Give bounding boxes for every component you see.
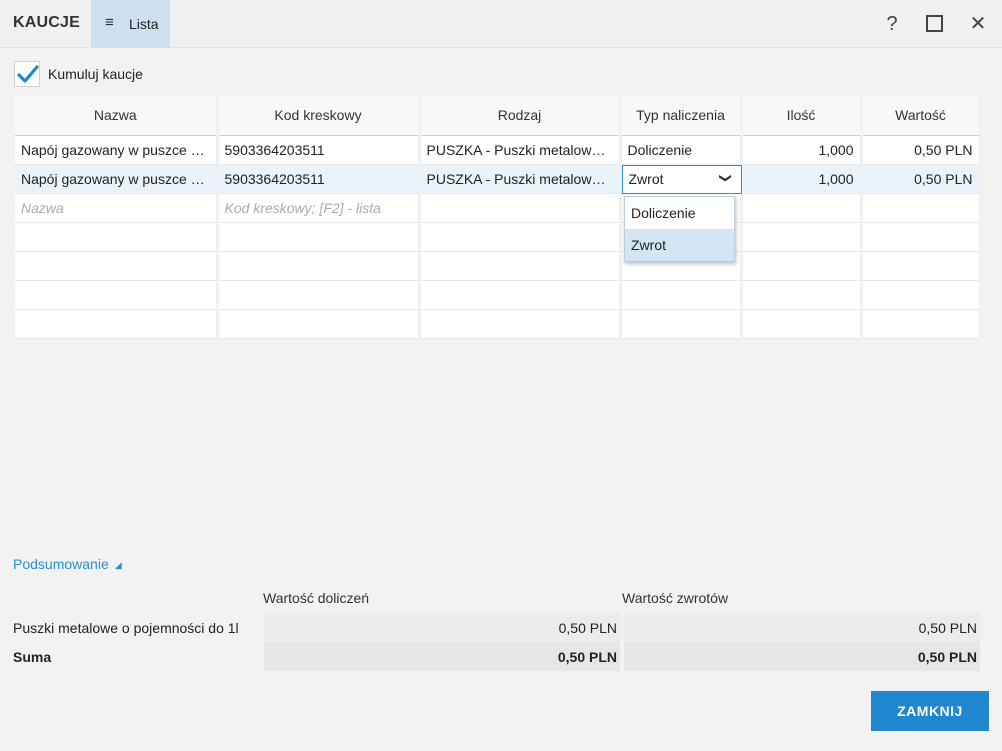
- window-title: KAUCJE: [13, 14, 80, 31]
- cell-wartosc[interactable]: 0,50 PLN: [861, 135, 982, 165]
- summary-row: Puszki metalowe o pojemności do 1l 0,50 …: [0, 613, 1002, 642]
- table-row-selected[interactable]: Napój gazowany w puszce 330ml 5903364203…: [15, 164, 982, 194]
- empty-cell[interactable]: [861, 193, 982, 223]
- help-button[interactable]: ?: [878, 10, 906, 38]
- summary-row-zwroty: 0,50 PLN: [624, 613, 980, 642]
- typ-naliczenia-dropdown: Doliczenie Zwrot: [624, 196, 735, 262]
- cell-typ[interactable]: Doliczenie: [620, 135, 743, 165]
- podsumowanie-label: Podsumowanie: [13, 556, 109, 572]
- summary-header-doliczenia: Wartość doliczeń: [263, 590, 370, 606]
- table-row[interactable]: Napój gazowany w puszce 330ml 5903364203…: [15, 135, 982, 165]
- empty-row: [15, 222, 982, 252]
- maximize-button[interactable]: [920, 10, 948, 38]
- close-window-button[interactable]: ✕: [964, 10, 992, 38]
- tab-lista-label: Lista: [129, 16, 159, 32]
- empty-row: [15, 280, 982, 310]
- empty-cell[interactable]: [741, 193, 863, 223]
- cell-typ[interactable]: Zwrot ❯: [620, 164, 743, 194]
- col-header-wartosc[interactable]: Wartość: [861, 95, 982, 136]
- cell-kod[interactable]: 5903364203511: [217, 135, 421, 165]
- zamknij-button[interactable]: ZAMKNIJ: [871, 691, 989, 731]
- summary-total-row: Suma 0,50 PLN 0,50 PLN: [0, 642, 1002, 671]
- title-bar: KAUCJE ≡ Lista ? ✕: [0, 0, 1002, 48]
- grid-header-row: Nazwa Kod kreskowy Rodzaj Typ naliczenia…: [15, 95, 982, 136]
- summary-total-label: Suma: [13, 649, 52, 665]
- hamburger-menu-icon: ≡: [105, 14, 114, 31]
- empty-row: [15, 309, 982, 339]
- summary-total-zwroty: 0,50 PLN: [624, 642, 980, 671]
- col-header-kod-kreskowy[interactable]: Kod kreskowy: [217, 95, 421, 136]
- summary-header-zwroty: Wartość zwrotów: [622, 590, 729, 606]
- checkmark-icon: [17, 65, 39, 83]
- empty-row: [15, 251, 982, 281]
- typ-naliczenia-value: Zwrot: [628, 170, 664, 187]
- col-header-typ-naliczenia[interactable]: Typ naliczenia: [620, 95, 743, 136]
- cell-nazwa[interactable]: Napój gazowany w puszce 330ml: [15, 164, 219, 194]
- col-header-ilosc[interactable]: Ilość: [741, 95, 863, 136]
- summary-total-doliczenia: 0,50 PLN: [264, 642, 620, 671]
- maximize-icon: [925, 14, 943, 32]
- podsumowanie-toggle[interactable]: Podsumowanie ◢: [13, 556, 122, 572]
- new-row-nazwa-placeholder[interactable]: Nazwa: [15, 193, 219, 223]
- summary-row-doliczenia: 0,50 PLN: [264, 613, 620, 642]
- cell-rodzaj[interactable]: PUSZKA - Puszki metalowe o pojemności do…: [419, 164, 622, 194]
- new-row[interactable]: Nazwa Kod kreskowy; [F2] - lista: [15, 193, 982, 223]
- cell-ilosc[interactable]: 1,000: [741, 164, 863, 194]
- deposits-grid: Nazwa Kod kreskowy Rodzaj Typ naliczenia…: [15, 95, 982, 339]
- summary-row-label: Puszki metalowe o pojemności do 1l: [13, 620, 239, 636]
- col-header-rodzaj[interactable]: Rodzaj: [419, 95, 622, 136]
- tab-lista[interactable]: ≡ Lista: [91, 0, 170, 48]
- col-header-nazwa[interactable]: Nazwa: [15, 95, 219, 136]
- kumuluj-kaucje-label: Kumuluj kaucje: [48, 66, 143, 82]
- cell-kod[interactable]: 5903364203511: [217, 164, 421, 194]
- cell-nazwa[interactable]: Napój gazowany w puszce 330ml: [15, 135, 219, 165]
- new-row-kod-placeholder[interactable]: Kod kreskowy; [F2] - lista: [217, 193, 421, 223]
- cell-rodzaj[interactable]: PUSZKA - Puszki metalowe o pojemności do…: [419, 135, 622, 165]
- dropdown-option-zwrot[interactable]: Zwrot: [625, 229, 734, 261]
- empty-cell[interactable]: [419, 193, 622, 223]
- dropdown-option-doliczenie[interactable]: Doliczenie: [625, 197, 734, 229]
- kumuluj-kaucje-checkbox[interactable]: [14, 61, 40, 87]
- typ-naliczenia-select[interactable]: Zwrot ❯: [621, 164, 742, 194]
- cell-ilosc[interactable]: 1,000: [741, 135, 863, 165]
- collapse-triangle-icon: ◢: [114, 559, 122, 570]
- chevron-down-icon[interactable]: ❯: [719, 172, 733, 182]
- cell-wartosc[interactable]: 0,50 PLN: [861, 164, 982, 194]
